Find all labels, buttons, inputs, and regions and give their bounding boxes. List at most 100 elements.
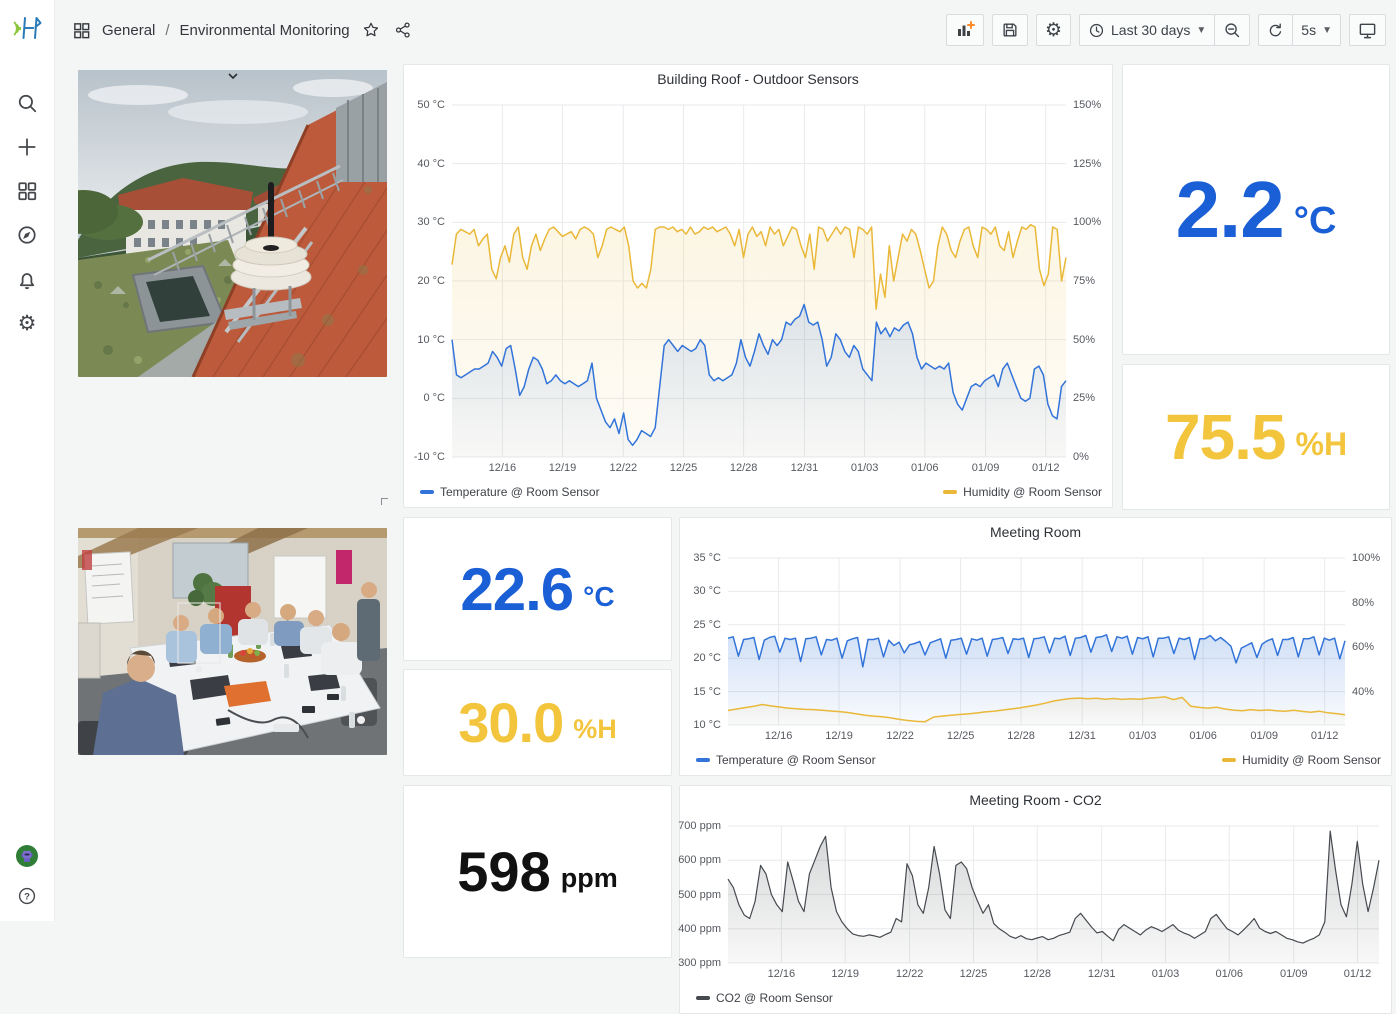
y-axis-right-tick-label: 80% [1352,597,1374,609]
meeting-chart-plot[interactable]: 35 °C30 °C25 °C20 °C15 °C10 °C100%80%60%… [680,546,1391,749]
legend-label: CO2 @ Room Sensor [716,991,833,1005]
dashboards-icon[interactable] [16,180,38,202]
stat-value: 598 [457,839,550,904]
x-axis-tick-label: 12/19 [825,730,853,742]
y-axis-right-tick-label: 40% [1352,686,1374,698]
save-dashboard-button[interactable] [992,14,1028,46]
configuration-gear-icon[interactable]: ⚙ [16,312,38,334]
y-axis-tick-label: 400 ppm [678,923,721,935]
top-navbar: General / Environmental Monitoring [55,0,1396,60]
help-icon[interactable]: ? [16,885,38,907]
create-plus-icon[interactable] [16,136,38,158]
chevron-down-icon: ▼ [1196,25,1206,36]
panel-meeting-temperature-stat[interactable]: 22.6 °C [403,517,672,661]
stat-unit: °C [583,581,614,613]
x-axis-tick-label: 12/22 [610,462,638,474]
breadcrumb-section[interactable]: General [102,22,155,39]
y-axis-right-tick-label: 150% [1073,99,1101,111]
x-axis-tick-label: 01/06 [911,462,939,474]
x-axis-tick-label: 12/28 [730,462,758,474]
y-axis-right-tick-label: 0% [1073,451,1089,463]
y-axis-right-tick-label: 75% [1073,275,1095,287]
cycle-view-mode-button[interactable] [1349,14,1386,46]
y-axis-right-tick-label: 100% [1352,552,1380,564]
star-icon[interactable] [360,19,382,41]
panel-title[interactable]: Meeting Room - CO2 [680,786,1391,814]
co2-chart-plot[interactable]: 700 ppm600 ppm500 ppm400 ppm300 ppm12/16… [680,814,1391,987]
legend-item-temperature[interactable]: Temperature @ Room Sensor [696,753,876,767]
share-icon[interactable] [392,19,414,41]
y-axis-tick-label: 15 °C [693,686,721,698]
y-axis-right-tick-label: 50% [1073,334,1095,346]
user-avatar[interactable] [16,845,38,867]
alerting-bell-icon[interactable] [16,268,38,290]
time-range-picker[interactable]: Last 30 days ▼ [1079,14,1215,46]
x-axis-tick-label: 01/09 [972,462,1000,474]
y-axis-tick-label: 500 ppm [678,889,721,901]
panel-outdoor-humidity-stat[interactable]: 75.5 %H [1122,364,1390,510]
y-axis-tick-label: -10 °C [414,451,445,463]
y-axis-tick-label: 700 ppm [678,820,721,832]
stat-outdoor-humidity: 75.5 %H [1165,400,1347,474]
x-axis-tick-label: 01/03 [851,462,879,474]
x-axis-tick-label: 12/16 [489,462,517,474]
refresh-interval-picker[interactable]: 5s ▼ [1292,14,1341,46]
outdoor-chart-plot[interactable]: 50 °C40 °C30 °C20 °C10 °C0 °C-10 °C150%1… [404,93,1112,481]
panel-menu-chevron-icon[interactable] [227,72,239,80]
outdoor-photo [78,70,387,377]
legend-label: Temperature @ Room Sensor [440,485,600,499]
legend-item-humidity[interactable]: Humidity @ Room Sensor [1222,753,1381,767]
x-axis-tick-label: 12/16 [765,730,793,742]
y-axis-tick-label: 30 °C [417,216,445,228]
panel-co2-stat[interactable]: 598 ppm [403,785,672,958]
outdoor-chart-legend: Temperature @ Room Sensor Humidity @ Roo… [404,481,1112,507]
panel-outdoor-temperature-stat[interactable]: 2.2 °C [1122,64,1390,355]
y-axis-right-tick-label: 125% [1073,158,1101,170]
panel-resize-handle[interactable] [381,498,388,505]
x-axis-tick-label: 01/12 [1032,462,1060,474]
dashboard-settings-button[interactable]: ⚙ [1036,14,1071,46]
time-range-label: Last 30 days [1111,22,1190,38]
x-axis-tick-label: 01/09 [1250,730,1278,742]
x-axis-tick-label: 01/03 [1152,968,1180,980]
legend-swatch-gray [696,996,710,1000]
y-axis-tick-label: 30 °C [693,585,721,597]
legend-swatch-blue [420,490,434,494]
app-logo-icon[interactable] [11,12,43,44]
y-axis-right-tick-label: 100% [1073,216,1101,228]
panel-meeting-humidity-stat[interactable]: 30.0 %H [403,669,672,776]
legend-label: Humidity @ Room Sensor [963,485,1102,499]
chevron-down-icon: ▼ [1322,25,1332,36]
search-icon[interactable] [16,92,38,114]
stat-outdoor-temperature: 2.2 °C [1176,164,1337,256]
legend-swatch-yellow [1222,758,1236,762]
stat-value: 2.2 [1176,164,1284,256]
y-axis-tick-label: 35 °C [693,552,721,564]
y-axis-tick-label: 20 °C [693,652,721,664]
legend-label: Humidity @ Room Sensor [1242,753,1381,767]
panel-title[interactable]: Building Roof - Outdoor Sensors [404,65,1112,93]
x-axis-tick-label: 12/25 [670,462,698,474]
explore-compass-icon[interactable] [16,224,38,246]
add-panel-button[interactable] [946,14,984,46]
stat-unit: °C [1294,200,1337,243]
x-axis-tick-label: 12/19 [831,968,859,980]
legend-item-humidity[interactable]: Humidity @ Room Sensor [943,485,1102,499]
meeting-photo [78,528,387,755]
legend-item-co2[interactable]: CO2 @ Room Sensor [696,991,833,1005]
legend-item-temperature[interactable]: Temperature @ Room Sensor [420,485,600,499]
meeting-chart-legend: Temperature @ Room Sensor Humidity @ Roo… [680,749,1391,775]
y-axis-tick-label: 10 °C [417,334,445,346]
zoom-out-time-button[interactable] [1214,14,1250,46]
x-axis-tick-label: 01/06 [1189,730,1217,742]
panel-outdoor-photo [78,70,387,377]
y-axis-tick-label: 10 °C [693,719,721,731]
stat-unit: %H [573,714,617,745]
breadcrumb-title: Environmental Monitoring [180,22,350,39]
x-axis-tick-label: 12/22 [886,730,914,742]
dashboard-grid-icon[interactable] [70,19,92,41]
panel-co2-chart: Meeting Room - CO2 700 ppm600 ppm500 ppm… [679,785,1392,1014]
refresh-button[interactable] [1258,14,1293,46]
panel-title[interactable]: Meeting Room [680,518,1391,546]
x-axis-tick-label: 12/19 [549,462,577,474]
